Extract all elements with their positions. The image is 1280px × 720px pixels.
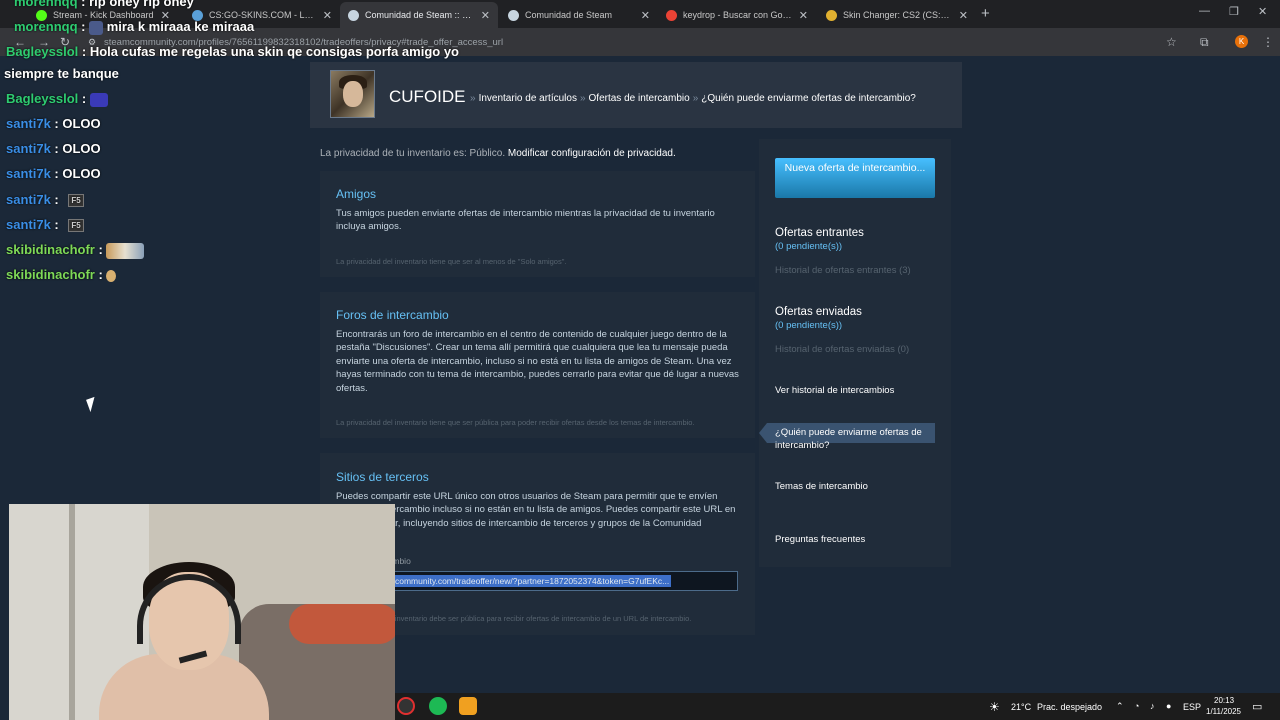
forums-footer: La privacidad del inventario tiene que s… — [336, 418, 695, 427]
windows-taskbar — [395, 693, 1280, 720]
chat-message: santi7k : OLOO — [6, 141, 101, 156]
trade-history-link[interactable]: Ver historial de intercambios — [775, 385, 894, 396]
chat-message: santi7k : OLOO — [6, 116, 101, 131]
emote-icon — [89, 20, 104, 35]
chat-message: skibidinachofr : — [6, 267, 117, 282]
close-icon[interactable]: ✕ — [481, 9, 490, 22]
sent-history-link[interactable]: Historial de ofertas enviadas (0) — [775, 344, 909, 355]
chat-message: santi7k : F5 — [6, 217, 84, 233]
mic-icon[interactable]: ● — [1166, 701, 1171, 711]
breadcrumb-current: ¿Quién puede enviarme ofertas de interca… — [701, 93, 916, 104]
site-icon — [826, 9, 837, 21]
browser-profile-avatar[interactable]: K — [1235, 35, 1248, 48]
chat-message: santi7k : OLOO — [6, 166, 101, 181]
tray-chevron-icon[interactable]: ⌃ — [1116, 701, 1124, 712]
weather-icon[interactable]: ☀ — [989, 700, 1000, 714]
trade-url-field[interactable]: community.com/tradeoffer/new/?partner=18… — [336, 571, 738, 591]
friends-footer: La privacidad del inventario tiene que s… — [336, 257, 567, 266]
restore-icon[interactable]: ❐ — [1229, 5, 1239, 18]
emote-icon — [106, 242, 145, 259]
close-icon[interactable]: ✕ — [799, 9, 808, 22]
mouse-cursor-icon — [86, 396, 99, 413]
f5-emote: F5 — [68, 194, 84, 208]
language-indicator[interactable]: ESP — [1183, 702, 1201, 712]
clock-date[interactable]: 1/11/2025 — [1206, 707, 1241, 716]
third-party-title: Sitios de terceros — [336, 470, 429, 484]
weather-desc[interactable]: Prac. despejado — [1037, 702, 1102, 712]
profile-avatar[interactable] — [330, 70, 375, 118]
weather-temp[interactable]: 21°C — [1011, 702, 1031, 712]
volume-icon[interactable]: ♪ — [1150, 701, 1155, 711]
breadcrumb: » Inventario de artículos» Ofertas de inte… — [470, 93, 916, 104]
emote-icon — [89, 92, 108, 107]
screen: Stream - Kick Dashboard ✕ CS:GO-SKINS.CO… — [0, 0, 1280, 720]
obs-icon[interactable] — [397, 697, 415, 715]
extensions-icon[interactable]: ⧉ — [1200, 35, 1209, 50]
forums-body: Encontrarás un foro de intercambio en el… — [336, 329, 739, 394]
sent-pending[interactable]: (0 pendiente(s)) — [775, 320, 842, 331]
chat-message: skibidinachofr : — [6, 242, 145, 259]
edit-privacy-link[interactable]: Modificar configuración de privacidad. — [508, 148, 676, 159]
close-window-icon[interactable]: ✕ — [1258, 5, 1267, 18]
new-trade-offer-button[interactable]: Nueva oferta de intercambio... — [775, 158, 935, 198]
inventory-privacy-status: La privacidad de tu inventario es: Públi… — [320, 148, 676, 159]
profile-name[interactable]: CUFOIDE — [389, 87, 466, 107]
notification-icon[interactable]: ▭ — [1252, 700, 1262, 713]
incoming-offers-link[interactable]: Ofertas entrantes — [775, 227, 864, 239]
app-icon[interactable] — [459, 697, 477, 715]
menu-dots-icon[interactable]: ⋮ — [1262, 35, 1274, 49]
tab-skin-changer[interactable]: Skin Changer: CS2 (CS:GO) Tra ✕ — [818, 2, 976, 28]
breadcrumb-trade-offers[interactable]: Ofertas de intercambio — [589, 93, 690, 104]
tab-google-keydrop[interactable]: keydrop - Buscar con Google ✕ — [658, 2, 816, 28]
selected-arrow — [759, 423, 767, 443]
chat-message: santi7k : F5 — [6, 192, 84, 208]
breadcrumb-inventory[interactable]: Inventario de artículos — [479, 93, 577, 104]
clock-time[interactable]: 20:13 — [1214, 696, 1234, 705]
third-party-body: Puedes compartir este URL único con otro… — [336, 491, 736, 529]
f5-emote: F5 — [68, 219, 84, 233]
close-icon[interactable]: ✕ — [323, 9, 332, 22]
trade-topics-link[interactable]: Temas de intercambio — [775, 481, 868, 492]
steam-icon — [348, 9, 359, 21]
bookmark-star-icon[interactable]: ☆ — [1166, 35, 1177, 49]
google-icon — [666, 9, 677, 21]
third-party-footer: La privacidad del inventario debe ser pú… — [336, 614, 692, 623]
trade-url-value[interactable]: community.com/tradeoffer/new/?partner=18… — [393, 575, 672, 587]
incoming-pending[interactable]: (0 pendiente(s)) — [775, 241, 842, 252]
chat-message: morennqq : mira k miraaa ke miraaa — [14, 19, 255, 35]
who-can-send-link[interactable]: ¿Quién puede enviarme ofertas de interca… — [775, 426, 935, 452]
chat-message: Bagleysslol : Hola cufas me regelas una … — [6, 44, 460, 59]
faq-link[interactable]: Preguntas frecuentes — [775, 534, 865, 545]
new-tab-icon[interactable]: + — [981, 5, 990, 22]
spotify-icon[interactable] — [429, 697, 447, 715]
tab-steam-community[interactable]: Comunidad de Steam ✕ — [500, 2, 658, 28]
webcam-overlay — [9, 504, 395, 720]
steam-icon — [508, 9, 519, 21]
tab-steam-who-can-send[interactable]: Comunidad de Steam :: ¿Quién ✕ — [340, 2, 498, 28]
incoming-history-link[interactable]: Historial de ofertas entrantes (3) — [775, 265, 911, 276]
close-icon[interactable]: ✕ — [641, 9, 650, 22]
chat-message-continued: siempre te banque — [4, 66, 119, 81]
forums-title: Foros de intercambio — [336, 308, 449, 322]
close-icon[interactable]: ✕ — [959, 9, 968, 22]
friends-body: Tus amigos pueden enviarte ofertas de in… — [336, 208, 715, 233]
minimize-icon[interactable]: — — [1199, 5, 1210, 17]
emote-icon — [106, 269, 117, 282]
sent-offers-link[interactable]: Ofertas enviadas — [775, 306, 862, 318]
network-icon[interactable]: ◔ — [1134, 701, 1139, 711]
chat-message: morennqq : rip oney rip oney — [14, 0, 194, 9]
friends-title: Amigos — [336, 187, 377, 201]
chat-message: Bagleysslol : — [6, 91, 108, 107]
